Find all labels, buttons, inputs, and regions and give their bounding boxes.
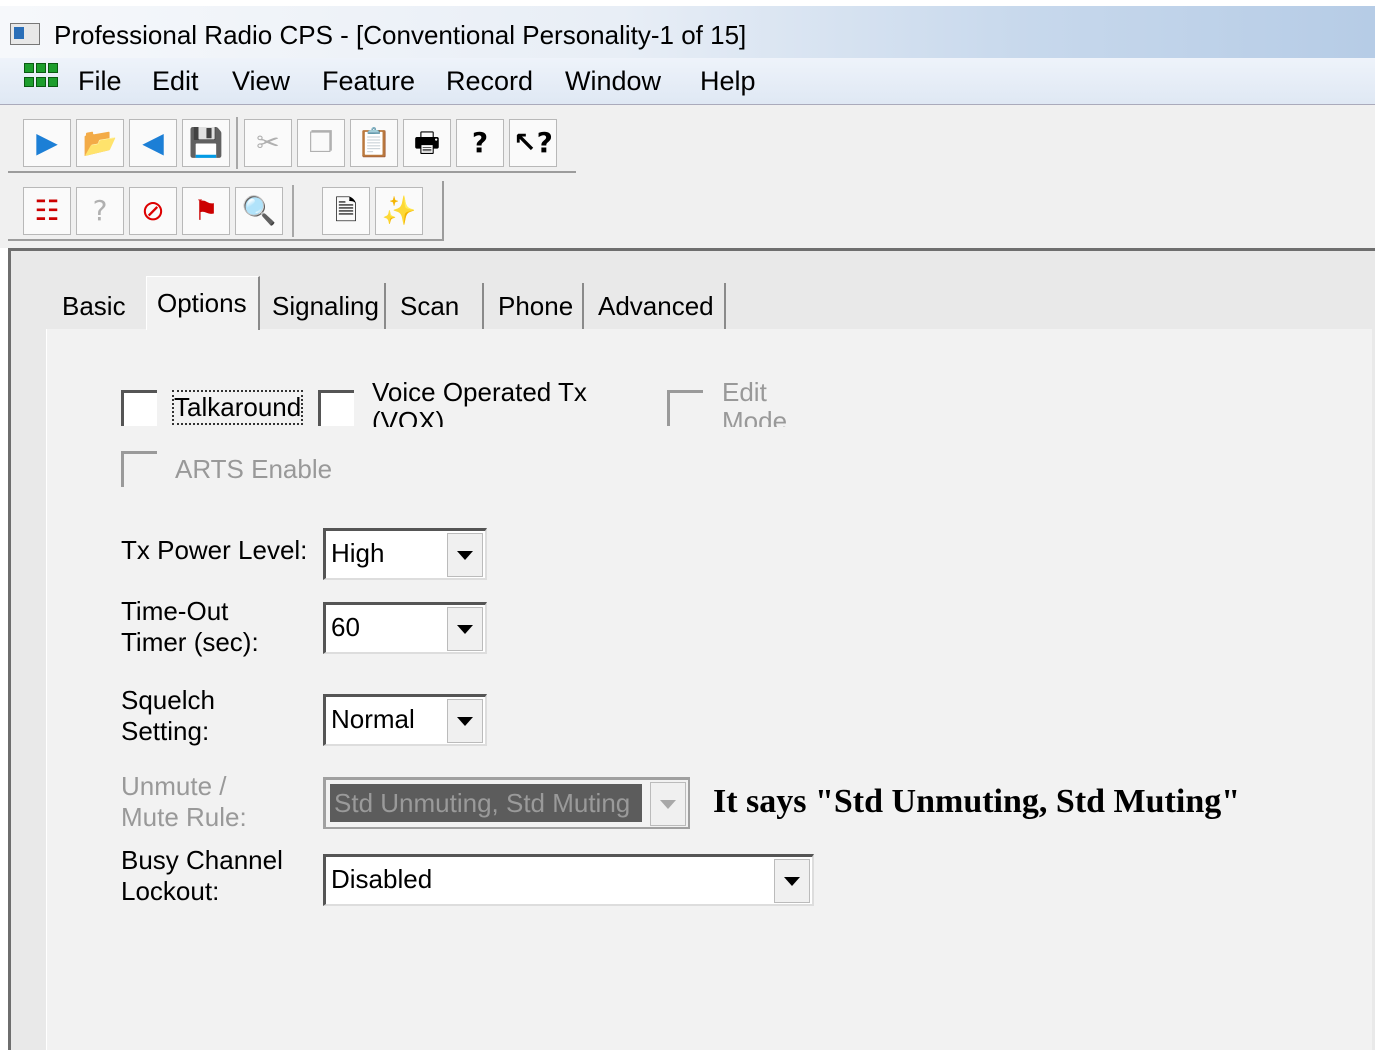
- toolbar-main: ▶ 📂 ◀ 💾 ✂ ❐ 📋 🖶 ? ↖?: [8, 113, 576, 173]
- open-file-icon[interactable]: 📂: [76, 119, 124, 167]
- menu-file[interactable]: File: [78, 66, 122, 97]
- tx-power-select[interactable]: High: [323, 528, 487, 580]
- menu-feature[interactable]: Feature: [322, 66, 415, 97]
- tab-options[interactable]: Options: [146, 276, 260, 330]
- timeout-select[interactable]: 60: [323, 602, 487, 654]
- menu-view[interactable]: View: [232, 66, 290, 97]
- unmute-label-line1: Unmute /: [121, 771, 227, 801]
- paste-icon[interactable]: 📋: [350, 119, 398, 167]
- menu-record[interactable]: Record: [446, 66, 533, 97]
- squelch-value: Normal: [331, 704, 415, 734]
- dropdown-arrow-icon[interactable]: [447, 533, 483, 577]
- busy-lockout-select[interactable]: Disabled: [323, 854, 814, 906]
- cut-icon[interactable]: ✂: [244, 119, 292, 167]
- tab-content: [46, 329, 1372, 1050]
- busy-lockout-value: Disabled: [331, 864, 433, 894]
- document-menu-icon[interactable]: [24, 63, 64, 95]
- squelch-select[interactable]: Normal: [323, 694, 487, 746]
- print-icon[interactable]: 🖶: [403, 119, 451, 167]
- edit-mode-label-line2: Mode: [722, 406, 788, 428]
- clone-icon[interactable]: ⚑: [182, 187, 230, 235]
- squelch-label-line2: Setting:: [121, 716, 210, 746]
- tab-advanced[interactable]: Advanced: [588, 283, 726, 329]
- menu-bar: [0, 58, 1375, 105]
- vox-label-line2: (VOX): [372, 406, 445, 428]
- tab-scan[interactable]: Scan: [390, 283, 484, 329]
- wizard-icon[interactable]: ✨: [375, 187, 423, 235]
- busy-lockout-label-line2: Lockout:: [121, 876, 220, 906]
- arts-checkbox[interactable]: [121, 451, 157, 487]
- toolbar-separator: [292, 185, 294, 237]
- tab-phone[interactable]: Phone: [488, 283, 584, 329]
- dropdown-arrow-icon[interactable]: [447, 699, 483, 743]
- title-bar: Professional Radio CPS - [Conventional P…: [0, 6, 1375, 58]
- toolbar-area: ▶ 📂 ◀ 💾 ✂ ❐ 📋 🖶 ? ↖? ☷ ? ⊘ ⚑ 🔍 🗎 ✨: [0, 105, 1375, 248]
- talkaround-checkbox[interactable]: [121, 390, 157, 426]
- dropdown-arrow-icon[interactable]: [650, 782, 686, 826]
- report-icon[interactable]: 🗎: [322, 187, 370, 235]
- dropdown-arrow-icon[interactable]: [774, 859, 810, 903]
- write-radio-icon[interactable]: ◀: [129, 119, 177, 167]
- vox-checkbox[interactable]: [318, 390, 354, 426]
- timeout-value: 60: [331, 612, 360, 642]
- annotation-note: It says "Std Unmuting, Std Muting": [713, 783, 1241, 820]
- squelch-label-line1: Squelch: [121, 685, 215, 715]
- disable-icon[interactable]: ⊘: [129, 187, 177, 235]
- window-title: Professional Radio CPS - [Conventional P…: [54, 20, 747, 50]
- help-icon[interactable]: ?: [456, 119, 504, 167]
- unmute-rule-value: Std Unmuting, Std Muting: [330, 784, 642, 822]
- tx-power-label: Tx Power Level:: [121, 535, 308, 565]
- edit-mode-label: Edit Mode: [722, 381, 812, 427]
- copy-icon[interactable]: ❐: [297, 119, 345, 167]
- search-icon[interactable]: 🔍: [235, 187, 283, 235]
- toolbar-separator: [236, 117, 238, 169]
- radio-info-icon[interactable]: ?: [76, 187, 124, 235]
- menu-edit[interactable]: Edit: [152, 66, 199, 97]
- squelch-label: Squelch Setting:: [121, 685, 215, 747]
- busy-lockout-label-line1: Busy Channel: [121, 845, 283, 875]
- timeout-label-line1: Time-Out: [121, 596, 229, 626]
- busy-lockout-label: Busy Channel Lockout:: [121, 845, 283, 907]
- dropdown-arrow-icon[interactable]: [447, 607, 483, 651]
- menu-help[interactable]: Help: [700, 66, 756, 97]
- tx-power-value: High: [331, 538, 385, 568]
- talkaround-label[interactable]: Talkaround: [171, 390, 304, 425]
- toolbar-secondary: ☷ ? ⊘ ⚑ 🔍 🗎 ✨: [8, 181, 444, 241]
- unmute-rule-select[interactable]: Std Unmuting, Std Muting: [323, 777, 690, 829]
- read-radio-icon[interactable]: ▶: [23, 119, 71, 167]
- edit-mode-checkbox[interactable]: [667, 390, 703, 426]
- context-help-icon[interactable]: ↖?: [509, 119, 557, 167]
- tree-view-icon[interactable]: ☷: [23, 187, 71, 235]
- unmute-label: Unmute / Mute Rule:: [121, 771, 247, 833]
- timeout-label-line2: Timer (sec):: [121, 627, 259, 657]
- timeout-label: Time-Out Timer (sec):: [121, 596, 259, 658]
- arts-label: ARTS Enable: [175, 454, 333, 484]
- vox-label[interactable]: Voice Operated Tx (VOX): [372, 381, 632, 427]
- save-icon[interactable]: 💾: [182, 119, 230, 167]
- tab-signaling[interactable]: Signaling: [262, 283, 386, 329]
- vox-label-line1: Voice Operated Tx: [372, 381, 587, 407]
- tab-basic[interactable]: Basic: [52, 283, 136, 329]
- app-icon: [10, 23, 40, 45]
- edit-mode-label-line1: Edit: [722, 381, 767, 407]
- menu-window[interactable]: Window: [565, 66, 661, 97]
- unmute-label-line2: Mute Rule:: [121, 802, 247, 832]
